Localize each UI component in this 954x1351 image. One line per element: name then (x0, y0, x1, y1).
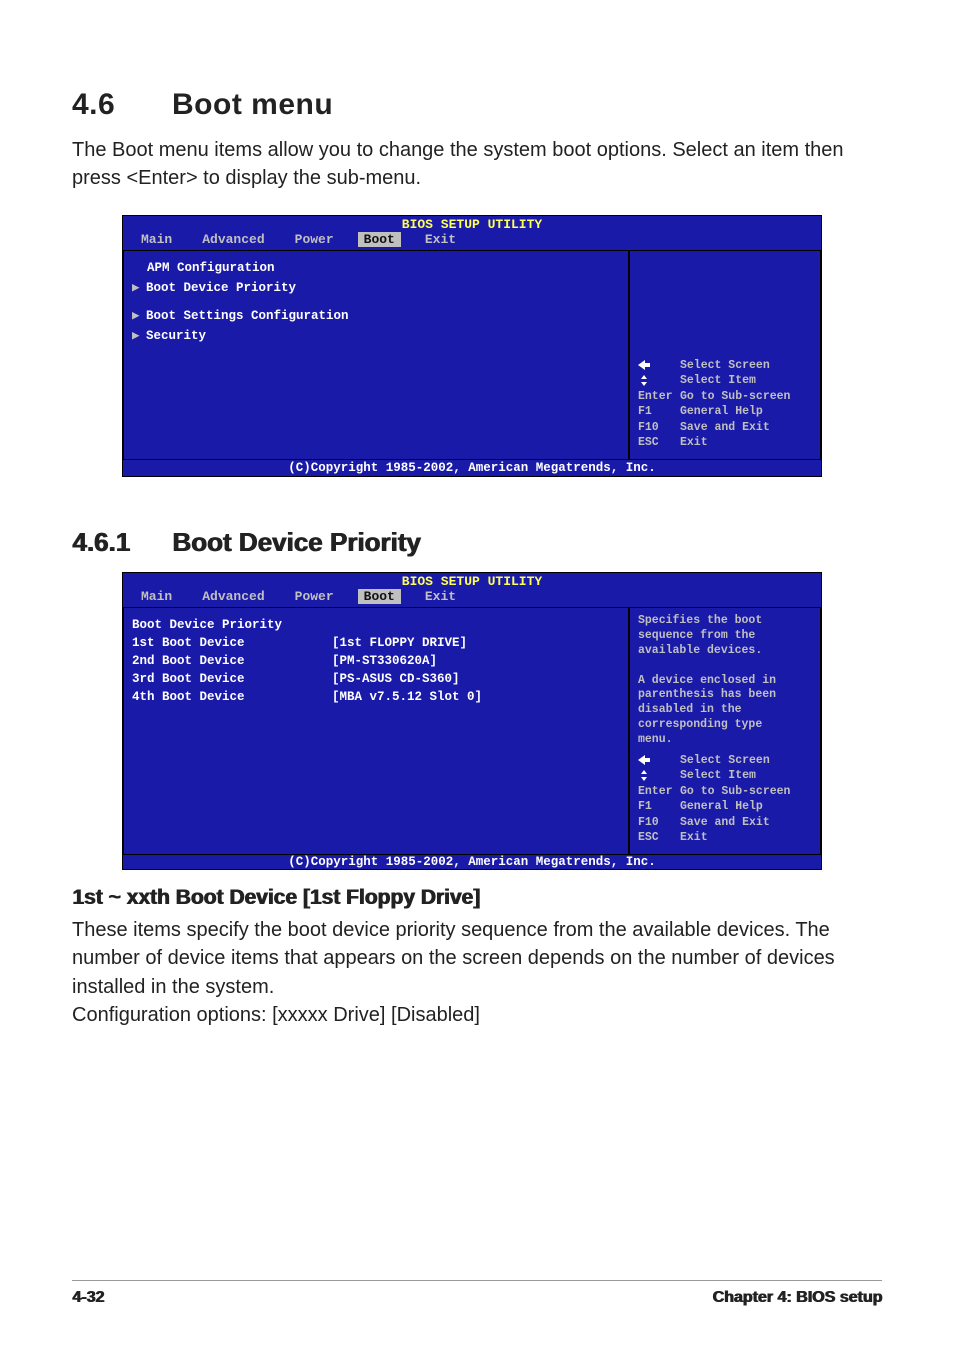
subsection-heading: 4.6.1Boot Device Priority (72, 527, 882, 558)
bios-help-pane: Specifies the boot sequence from the ava… (629, 607, 821, 855)
section-heading: 4.6Boot menu (72, 88, 882, 122)
tab-main[interactable]: Main (135, 589, 178, 604)
section-number: 4.6 (72, 88, 172, 122)
submenu-arrow-icon: ▶ (132, 307, 146, 323)
bios-copyright: (C)Copyright 1985-2002, American Megatre… (123, 855, 821, 869)
bios-tab-bar: Main Advanced Power Boot Exit (123, 232, 821, 250)
tab-exit[interactable]: Exit (419, 589, 462, 604)
intro-paragraph: The Boot menu items allow you to change … (72, 136, 882, 193)
menu-item-boot-priority[interactable]: ▶Boot Device Priority (130, 277, 622, 297)
tab-power[interactable]: Power (289, 232, 340, 247)
chapter-label: Chapter 4: BIOS setup (712, 1289, 882, 1307)
bios-copyright: (C)Copyright 1985-2002, American Megatre… (123, 460, 821, 476)
option-description: These items specify the boot device prio… (72, 916, 882, 1001)
boot-device-row[interactable]: 2nd Boot Device [PM-ST330620A] (130, 652, 622, 670)
submenu-arrow-icon: ▶ (132, 279, 146, 295)
boot-device-row[interactable]: 3rd Boot Device [PS-ASUS CD-S360] (130, 670, 622, 688)
tab-advanced[interactable]: Advanced (196, 589, 270, 604)
option-config: Configuration options: [xxxxx Drive] [Di… (72, 1001, 882, 1029)
boot-device-row[interactable]: 4th Boot Device [MBA v7.5.12 Slot 0] (130, 688, 622, 706)
subsection-number: 4.6.1 (72, 527, 172, 558)
boot-device-row[interactable]: 1st Boot Device [1st FLOPPY DRIVE] (130, 634, 622, 652)
key-legend: Select Screen Select Item EnterGo to Sub… (638, 753, 812, 846)
key-legend: Select Screen Select Item EnterGo to Sub… (638, 358, 812, 451)
option-heading: 1st ~ xxth Boot Device [1st Floppy Drive… (72, 886, 882, 910)
bios-window-boot-priority: BIOS SETUP UTILITY Main Advanced Power B… (122, 572, 822, 870)
tab-advanced[interactable]: Advanced (196, 232, 270, 247)
bios-tab-bar: Main Advanced Power Boot Exit (123, 589, 821, 607)
tab-boot[interactable]: Boot (358, 589, 401, 604)
bios-main-pane: Boot Device Priority 1st Boot Device [1s… (123, 607, 629, 855)
tab-main[interactable]: Main (135, 232, 178, 247)
help-text: Specifies the boot sequence from the ava… (638, 614, 812, 748)
bios-main-pane: APM Configuration ▶Boot Device Priority … (123, 250, 629, 460)
bios-title: BIOS SETUP UTILITY (123, 573, 821, 589)
page-footer: 4-32 Chapter 4: BIOS setup (72, 1280, 882, 1307)
arrows-updown-icon (638, 373, 680, 389)
arrow-left-icon (638, 358, 680, 374)
bios-window-boot-menu: BIOS SETUP UTILITY Main Advanced Power B… (122, 215, 822, 477)
tab-boot[interactable]: Boot (358, 232, 401, 247)
menu-item-security[interactable]: ▶Security (130, 325, 622, 345)
bios-help-pane: Select Screen Select Item EnterGo to Sub… (629, 250, 821, 460)
arrows-updown-icon (638, 768, 680, 784)
tab-power[interactable]: Power (289, 589, 340, 604)
tab-exit[interactable]: Exit (419, 232, 462, 247)
arrow-left-icon (638, 753, 680, 769)
menu-item-apm[interactable]: APM Configuration (130, 259, 622, 277)
page-number: 4-32 (72, 1289, 104, 1307)
menu-item-boot-settings[interactable]: ▶Boot Settings Configuration (130, 305, 622, 325)
pane-heading: Boot Device Priority (130, 616, 622, 634)
bios-title: BIOS SETUP UTILITY (123, 216, 821, 232)
section-title: Boot menu (172, 88, 333, 121)
subsection-title: Boot Device Priority (172, 527, 421, 557)
submenu-arrow-icon: ▶ (132, 327, 146, 343)
